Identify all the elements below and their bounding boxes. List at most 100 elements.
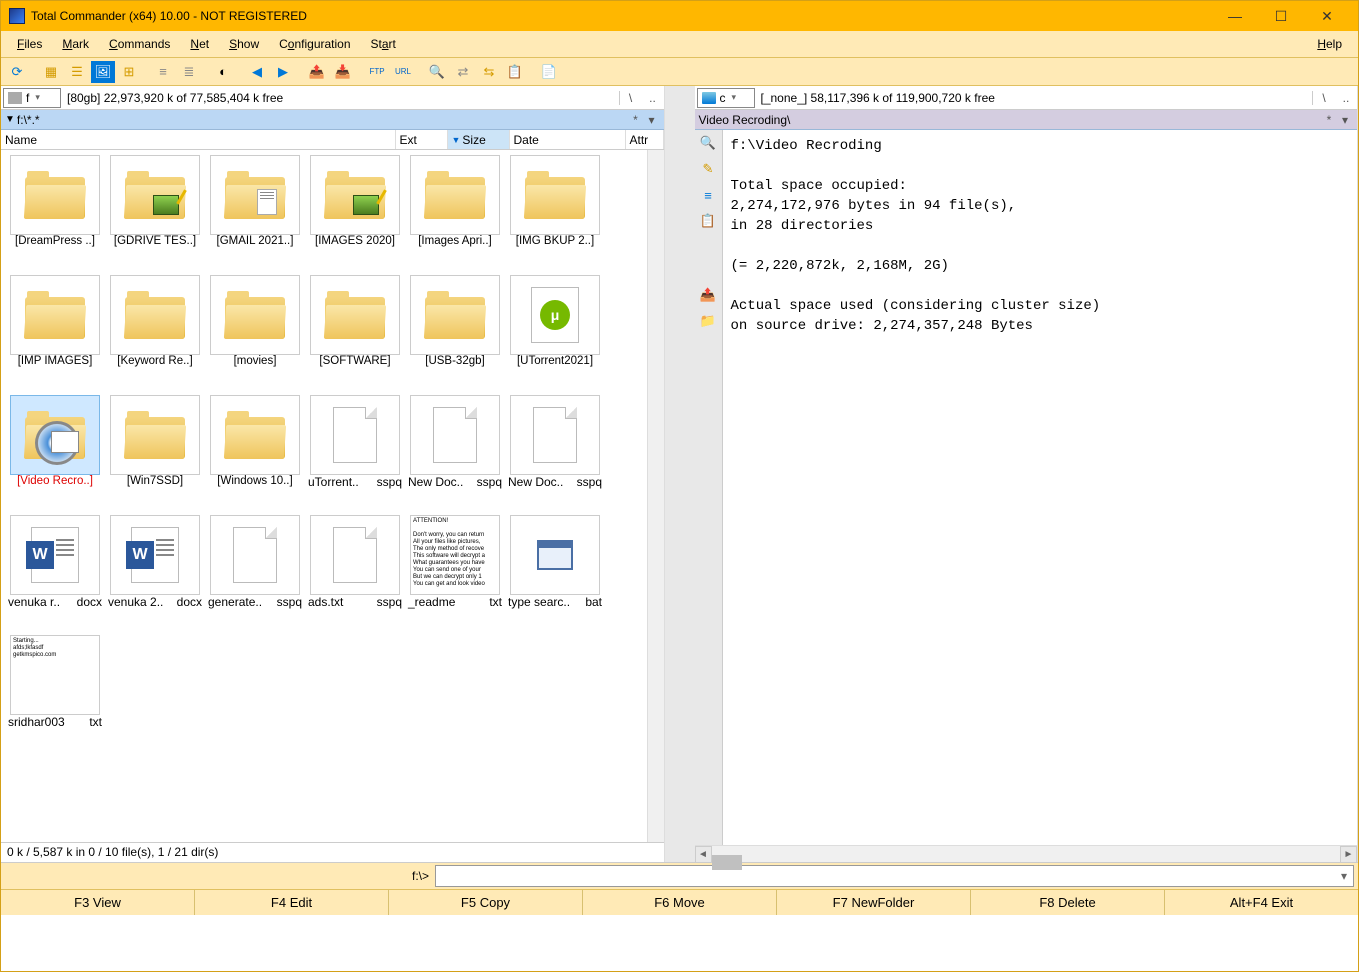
right-up-button[interactable]: .. <box>1335 91 1357 105</box>
f6-move[interactable]: F6 Move <box>583 890 777 915</box>
search-icon[interactable]: 🔍 <box>425 61 449 83</box>
right-path-bar[interactable]: Video Recroding\ * ▾ <box>695 110 1358 130</box>
right-drive-select[interactable]: c ▾ <box>697 88 755 108</box>
file-item[interactable]: Wvenuka r..docx <box>6 515 104 633</box>
minimize-button[interactable]: — <box>1212 1 1258 31</box>
left-root-button[interactable]: \ <box>620 91 642 105</box>
file-item[interactable]: [Keyword Re..] <box>106 275 204 393</box>
file-item[interactable]: [USB-32gb] <box>406 275 504 393</box>
brief-view-icon[interactable]: ▦ <box>39 61 63 83</box>
col-ext[interactable]: Ext <box>396 130 448 149</box>
search-icon[interactable]: 🔍 <box>699 134 717 152</box>
full-view-icon[interactable]: ☰ <box>65 61 89 83</box>
f5-copy[interactable]: F5 Copy <box>389 890 583 915</box>
file-item[interactable]: [Images Apri..] <box>406 155 504 273</box>
favorites-icon[interactable]: * <box>1321 113 1337 127</box>
menu-start[interactable]: Start <box>361 34 406 54</box>
file-item[interactable]: generate..sspq <box>206 515 304 633</box>
panel-splitter[interactable] <box>665 86 695 862</box>
favorites-icon[interactable]: * <box>628 113 644 127</box>
menubar: Files Mark Commands Net Show Configurati… <box>1 31 1358 58</box>
invert-icon[interactable]: ◐ <box>211 61 235 83</box>
file-item[interactable]: [Video Recro..] <box>6 395 104 513</box>
command-input[interactable]: ▾ <box>435 865 1354 887</box>
item-label: New Doc..sspq <box>406 475 504 489</box>
file-item[interactable]: ATTENTION!Don't worry, you can returnAll… <box>406 515 504 633</box>
f4-edit[interactable]: F4 Edit <box>195 890 389 915</box>
menu-configuration[interactable]: Configuration <box>269 34 360 54</box>
item-label: [GDRIVE TES..] <box>106 235 204 247</box>
file-item[interactable]: [DreamPress ..] <box>6 155 104 273</box>
multi-rename-icon[interactable]: ⇄ <box>451 61 475 83</box>
file-item[interactable]: New Doc..sspq <box>506 395 604 513</box>
file-item[interactable]: [IMG BKUP 2..] <box>506 155 604 273</box>
file-item[interactable]: [Win7SSD] <box>106 395 204 513</box>
tree-icon[interactable]: ⊞ <box>117 61 141 83</box>
url-icon[interactable]: URL <box>391 61 415 83</box>
left-up-button[interactable]: .. <box>642 91 664 105</box>
right-horizontal-scrollbar[interactable]: ◄ ► <box>695 845 1358 862</box>
maximize-button[interactable]: ☐ <box>1258 1 1304 31</box>
drive-icon <box>702 92 716 104</box>
pack-icon[interactable]: 📤 <box>305 61 329 83</box>
col-attr[interactable]: Attr <box>626 130 664 149</box>
file-item[interactable]: [movies] <box>206 275 304 393</box>
refresh-icon[interactable]: ⟳ <box>5 61 29 83</box>
lines-icon[interactable]: ≡ <box>699 186 717 204</box>
f8-delete[interactable]: F8 Delete <box>971 890 1165 915</box>
file-item[interactable]: ads.txtsspq <box>306 515 404 633</box>
right-root-button[interactable]: \ <box>1313 91 1335 105</box>
ftp-icon[interactable]: FTP <box>365 61 389 83</box>
close-button[interactable]: ✕ <box>1304 1 1350 31</box>
left-scrollbar[interactable] <box>647 150 664 842</box>
col-name[interactable]: Name <box>1 130 396 149</box>
menu-help[interactable]: Help <box>1307 34 1352 54</box>
back-icon[interactable]: ◀ <box>245 61 269 83</box>
scroll-left-icon[interactable]: ◄ <box>695 846 712 863</box>
menu-net[interactable]: Net <box>180 34 219 54</box>
scroll-thumb[interactable] <box>712 855 742 870</box>
copy-icon[interactable]: 📋 <box>699 212 717 230</box>
scroll-right-icon[interactable]: ► <box>1340 846 1357 863</box>
f7-newfolder[interactable]: F7 NewFolder <box>777 890 971 915</box>
unpack-icon[interactable]: 📥 <box>331 61 355 83</box>
command-history-dropdown[interactable]: ▾ <box>1335 869 1353 883</box>
menu-show[interactable]: Show <box>219 34 269 54</box>
file-item[interactable]: [GDRIVE TES..] <box>106 155 204 273</box>
file-item[interactable]: uTorrent..sspq <box>306 395 404 513</box>
drive-icon <box>8 92 22 104</box>
col-size[interactable]: ▼Size <box>448 130 510 149</box>
left-drive-select[interactable]: f ▾ <box>3 88 61 108</box>
col-date[interactable]: Date <box>510 130 626 149</box>
file-item[interactable]: [IMP IMAGES] <box>6 275 104 393</box>
file-item[interactable]: Starting...afds;lkfasdfgetkmspico.comsri… <box>6 635 104 753</box>
menu-mark[interactable]: Mark <box>52 34 99 54</box>
left-path-bar[interactable]: ▼ f:\*.* * ▾ <box>1 110 664 130</box>
file-item[interactable]: μ[UTorrent2021] <box>506 275 604 393</box>
menu-files[interactable]: Files <box>7 34 52 54</box>
file-item[interactable]: Wvenuka 2..docx <box>106 515 204 633</box>
folder-in-icon[interactable]: 📁 <box>699 312 717 330</box>
file-item[interactable]: type searc..bat <box>506 515 604 633</box>
folder-out-icon[interactable]: 📤 <box>699 286 717 304</box>
menu-commands[interactable]: Commands <box>99 34 180 54</box>
history-icon[interactable]: ▾ <box>644 113 660 127</box>
sort-name-icon[interactable]: ≡ <box>151 61 175 83</box>
thumbs-view-icon[interactable]: 🖼 <box>91 61 115 83</box>
file-item[interactable]: [GMAIL 2021..] <box>206 155 304 273</box>
file-item[interactable]: [IMAGES 2020] <box>306 155 404 273</box>
sort-ext-icon[interactable]: ≣ <box>177 61 201 83</box>
altf4-exit[interactable]: Alt+F4 Exit <box>1165 890 1358 915</box>
edit-icon[interactable]: ✎ <box>699 160 717 178</box>
file-item[interactable]: [SOFTWARE] <box>306 275 404 393</box>
forward-icon[interactable]: ▶ <box>271 61 295 83</box>
notepad-icon[interactable]: 📄 <box>537 61 561 83</box>
f3-view[interactable]: F3 View <box>1 890 195 915</box>
copy-names-icon[interactable]: 📋 <box>503 61 527 83</box>
file-item[interactable]: [Windows 10..] <box>206 395 304 513</box>
history-icon[interactable]: ▾ <box>1337 113 1353 127</box>
sync-icon[interactable]: ⇆ <box>477 61 501 83</box>
left-files-area[interactable]: [DreamPress ..][GDRIVE TES..][GMAIL 2021… <box>1 150 647 842</box>
file-item[interactable]: New Doc..sspq <box>406 395 504 513</box>
item-label: venuka r..docx <box>6 595 104 609</box>
